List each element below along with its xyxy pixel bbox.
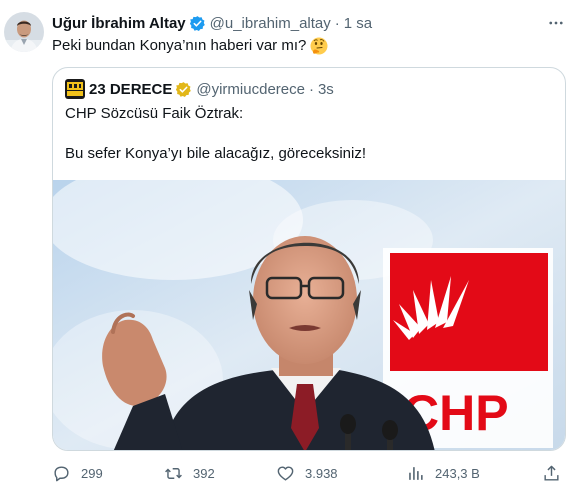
more-options-icon[interactable] <box>542 9 570 37</box>
quoted-author-avatar[interactable] <box>65 79 85 99</box>
retweet-button[interactable]: 392 <box>164 458 215 488</box>
like-count: 3.938 <box>305 465 338 481</box>
tweet[interactable]: Uğur İbrahim Altay @u_ibrahim_altay · 1 … <box>0 0 580 492</box>
author-avatar[interactable] <box>4 12 44 52</box>
quoted-text-line-2: Bu sefer Konya’yı bile alacağız, görecek… <box>65 145 366 162</box>
quoted-tweet-photo[interactable]: CHP <box>53 180 565 450</box>
reply-button[interactable]: 299 <box>52 458 103 488</box>
quoted-timestamp[interactable]: 3s <box>318 81 334 98</box>
share-button[interactable] <box>542 458 571 488</box>
tweet-timestamp[interactable]: 1 sa <box>344 15 372 32</box>
author-handle[interactable]: @u_ibrahim_altay <box>210 15 331 32</box>
quoted-tweet-header: 23 DERECE @yirmiucderece · 3s <box>65 79 334 99</box>
reply-count: 299 <box>81 465 103 481</box>
share-icon <box>542 464 561 483</box>
retweet-count: 392 <box>193 465 215 481</box>
views-count: 243,3 B <box>435 465 480 481</box>
quoted-text-line-1: CHP Sözcüsü Faik Öztrak: <box>65 105 244 122</box>
tweet-text-content: Peki bundan Konya’nın haberi var mı? <box>52 37 307 54</box>
quoted-author-name[interactable]: 23 DERECE <box>89 81 172 98</box>
verified-gold-badge-icon <box>175 81 192 98</box>
reply-icon <box>52 464 71 483</box>
quoted-tweet[interactable]: 23 DERECE @yirmiucderece · 3s CHP Sözcüs… <box>52 67 566 451</box>
author-name[interactable]: Uğur İbrahim Altay <box>52 15 186 32</box>
quoted-author-handle[interactable]: @yirmiucderece <box>196 81 305 98</box>
thinking-face-icon <box>310 37 328 55</box>
heart-icon <box>276 464 295 483</box>
tweet-header: Uğur İbrahim Altay @u_ibrahim_altay · 1 … <box>52 13 372 33</box>
tweet-text: Peki bundan Konya’nın haberi var mı? <box>52 36 328 56</box>
action-bar: 299 392 3.938 243,3 B <box>52 458 566 488</box>
views-chart-icon <box>406 464 425 483</box>
views-button[interactable]: 243,3 B <box>406 458 480 488</box>
verified-badge-icon <box>189 15 206 32</box>
retweet-icon <box>164 464 183 483</box>
like-button[interactable]: 3.938 <box>276 458 338 488</box>
quoted-separator-dot: · <box>308 80 314 98</box>
separator-dot: · <box>334 14 340 32</box>
